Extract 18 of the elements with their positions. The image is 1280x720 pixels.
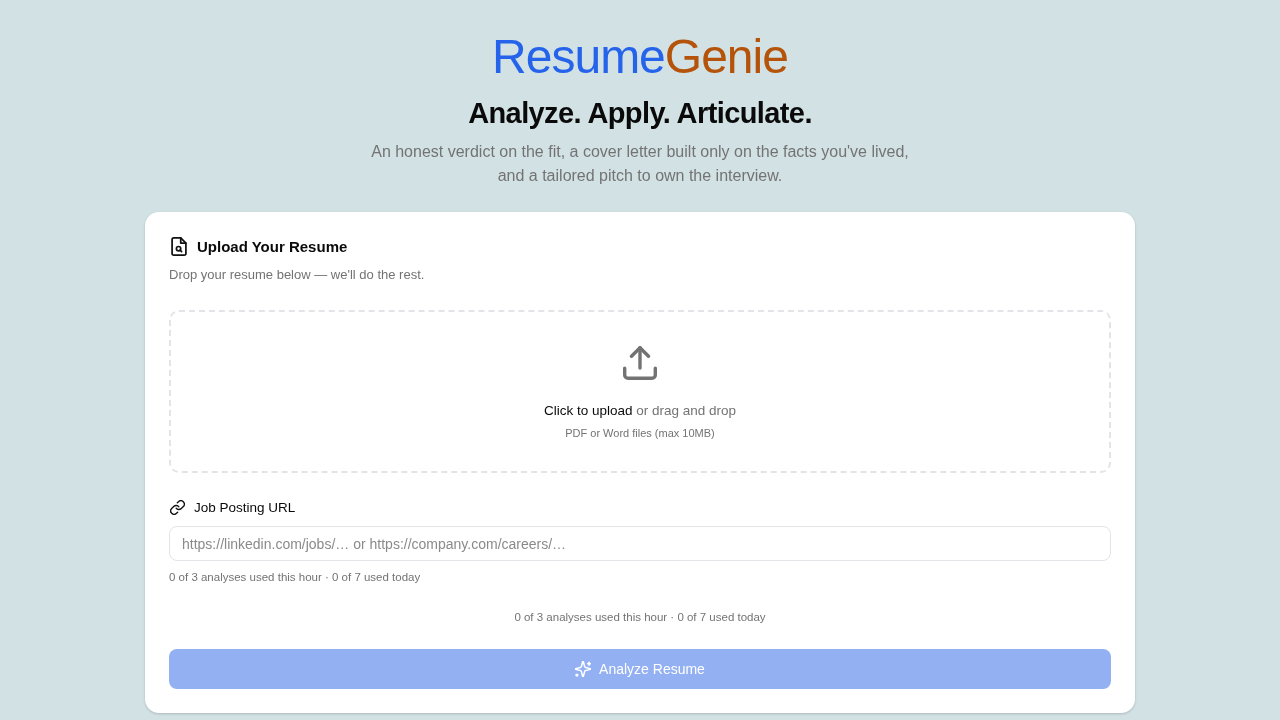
logo-word: Resume [492,29,665,85]
intro-text: An honest verdict on the fit, a cover letter built only on the facts you've lived, and a tailored pitch to own the interview. [370,142,910,186]
file-type-hint: PDF or Word files (max 10MB) [565,426,715,441]
url-input[interactable]: https://linkedin.com/jobs/… or https://company.com/careers/… [169,526,1111,561]
usage-summary: 0 of 3 analyses used this hour · 0 of 7 used today [513,610,767,625]
sparkles-icon [575,661,592,677]
document-search-icon [171,236,187,256]
upload-link[interactable]: Click to upload [543,403,633,418]
card-title: Upload Your Resume [197,237,348,255]
field-label: Job Posting URL [194,499,296,515]
upload-icon [623,346,657,380]
upload-prompt: Click to upload or drag and drop [543,402,737,420]
card-subtitle: Drop your resume below — we'll do the rest. [169,266,426,284]
tagline: Analyze. Apply. Articulate. [468,96,812,131]
link-icon [170,499,185,515]
file-drop-zone[interactable]: Click to upload or drag and drop PDF or Word files (max 10MB) [169,310,1111,473]
logo-word: Genie [664,29,788,85]
usage-note: 0 of 3 analyses used this hour · 0 of 7 used today [169,570,422,585]
